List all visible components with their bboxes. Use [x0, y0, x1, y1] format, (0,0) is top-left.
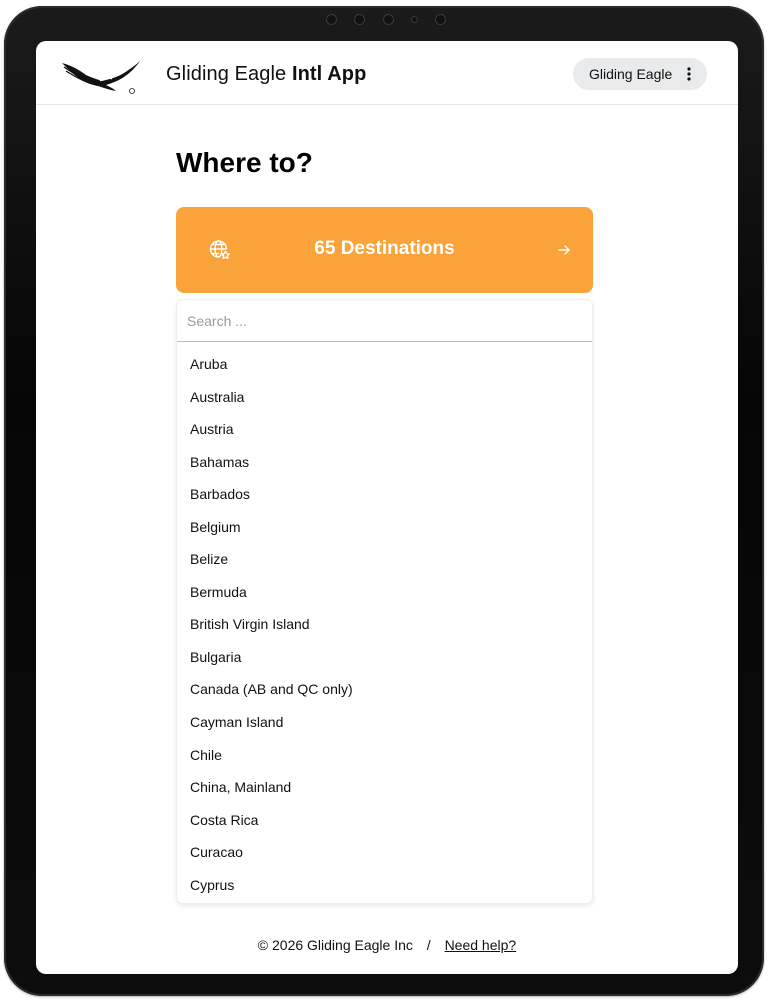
arrow-right-icon — [557, 243, 571, 257]
country-option[interactable]: China, Mainland — [177, 771, 592, 804]
country-option[interactable]: Chile — [177, 739, 592, 772]
copyright-text: © 2026 Gliding Eagle Inc — [257, 937, 413, 953]
country-option[interactable]: Curacao — [177, 836, 592, 869]
camera-lens-icon — [382, 13, 394, 25]
country-option[interactable]: Bahamas — [177, 446, 592, 479]
camera-lens-icon — [354, 13, 366, 25]
country-option[interactable]: Cyprus — [177, 869, 592, 902]
country-option[interactable]: Cayman Island — [177, 706, 592, 739]
app-title: Gliding Eagle Intl App — [166, 63, 366, 86]
country-option[interactable]: Costa Rica — [177, 804, 592, 837]
page-title: Where to? — [176, 147, 313, 178]
country-option[interactable]: Bermuda — [177, 576, 592, 609]
footer-separator: / — [426, 937, 431, 953]
tablet-frame: Gliding Eagle Intl App Gliding Eagle Whe… — [4, 6, 764, 996]
eagle-logo-icon[interactable] — [60, 55, 142, 95]
country-option[interactable]: British Virgin Island — [177, 608, 592, 641]
country-option[interactable]: Aruba — [177, 348, 592, 381]
country-option[interactable]: Belgium — [177, 511, 592, 544]
app-screen: Gliding Eagle Intl App Gliding Eagle Whe… — [36, 41, 738, 974]
app-title-light: Gliding Eagle — [166, 63, 287, 85]
destinations-button-label: 65 Destinations — [314, 238, 455, 259]
app-header: Gliding Eagle Intl App Gliding Eagle — [36, 41, 738, 105]
destinations-button[interactable]: 65 Destinations — [176, 207, 593, 293]
need-help-link[interactable]: Need help? — [445, 937, 517, 953]
country-option[interactable]: Austria — [177, 413, 592, 446]
destination-search-input[interactable] — [177, 300, 592, 342]
page-footer: © 2026 Gliding Eagle Inc / Need help? — [36, 937, 738, 953]
destination-dropdown: ArubaAustraliaAustriaBahamasBarbadosBelg… — [177, 300, 592, 903]
country-option[interactable]: Australia — [177, 381, 592, 414]
country-option[interactable]: Belize — [177, 543, 592, 576]
country-list: Aruba Australia Austria Bahamas Barbados Belg… — [177, 342, 592, 901]
country-option[interactable]: Barbados — [177, 478, 592, 511]
camera-lens-icon — [326, 13, 337, 25]
more-vertical-icon — [687, 66, 691, 82]
camera-bar — [326, 12, 446, 26]
camera-lens-icon — [435, 13, 446, 25]
country-option[interactable]: Canada (AB and QC only) — [177, 673, 592, 706]
user-menu-label: Gliding Eagle — [589, 66, 673, 82]
app-title-bold: Intl App — [291, 63, 367, 85]
camera-sensor-icon — [410, 15, 418, 23]
country-option[interactable]: Bulgaria — [177, 641, 592, 674]
user-menu-button[interactable]: Gliding Eagle — [573, 58, 707, 90]
